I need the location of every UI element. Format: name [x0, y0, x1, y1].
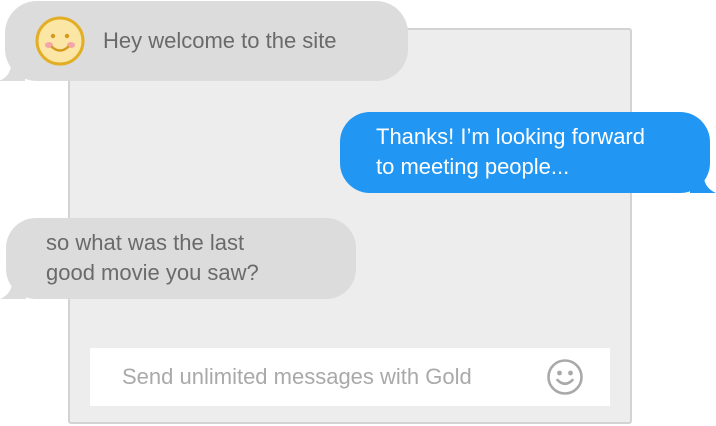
incoming-message-bubble: so what was the last good movie you saw?	[0, 218, 356, 299]
message-text-line: to meeting people...	[376, 154, 570, 179]
smiley-icon[interactable]	[546, 358, 584, 396]
message-composer	[90, 348, 610, 406]
smiley-face-icon	[35, 16, 85, 66]
bubble-tail	[690, 171, 716, 193]
message-text: Hey welcome to the site	[103, 28, 337, 53]
outgoing-message-bubble: Thanks! I’m looking forward to meeting p…	[340, 112, 716, 193]
incoming-message-bubble: Hey welcome to the site	[0, 1, 408, 81]
message-text-line: Thanks! I’m looking forward	[376, 124, 645, 149]
message-text-line: good movie you saw?	[46, 260, 259, 285]
message-text-line: so what was the last	[46, 230, 245, 255]
bubble-tail	[0, 277, 26, 299]
bubble-tail	[0, 59, 25, 81]
message-input[interactable]	[120, 363, 546, 391]
